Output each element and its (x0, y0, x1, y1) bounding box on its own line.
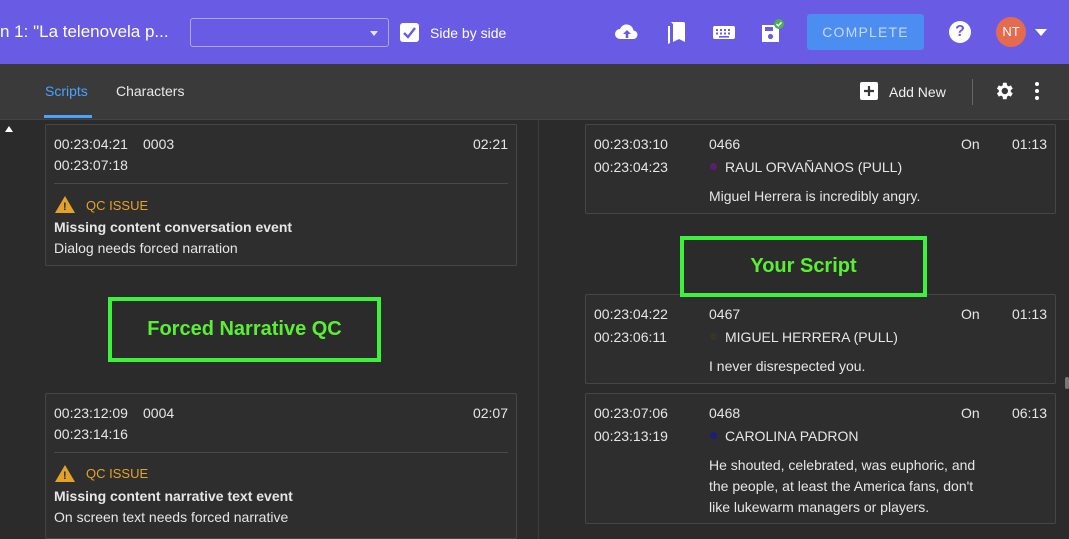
line-duration: 06:13 (1011, 405, 1047, 421)
event-duration: 02:21 (472, 136, 508, 152)
line-duration: 01:13 (1011, 306, 1047, 322)
tab-scripts[interactable]: Scripts (45, 83, 88, 99)
save-synced-icon[interactable] (757, 18, 785, 46)
app-header: n 1: "La telenovela p... Side by side CO… (0, 0, 1069, 64)
annotation-forced-narrative-qc: Forced Narrative QC (108, 297, 381, 362)
side-by-side-label[interactable]: Side by side (430, 25, 506, 41)
check-icon (403, 27, 416, 39)
event-id: 0003 (143, 136, 175, 152)
script-line-card[interactable]: 00:23:04:22 00:23:06:11 0467 On 01:13 MI… (585, 294, 1056, 384)
dialogue-line: like lukewarm managers or players. (709, 499, 930, 515)
line-start-time: 00:23:04:22 (594, 306, 668, 322)
character-color-dot (710, 333, 717, 340)
qc-event-card[interactable]: 00:23:04:21 0003 02:21 00:23:07:18 ! QC … (45, 124, 517, 266)
dialogue-line: I never disrespected you. (709, 358, 866, 374)
annotation-your-script: Your Script (680, 236, 927, 297)
side-by-side-checkbox[interactable] (400, 23, 419, 42)
line-duration: 01:13 (1011, 136, 1047, 152)
event-start-time: 00:23:12:09 (54, 405, 128, 421)
episode-title[interactable]: n 1: "La telenovela p... (0, 22, 169, 42)
column-divider (538, 120, 539, 539)
cloud-upload-icon[interactable] (613, 18, 641, 46)
line-start-time: 00:23:07:06 (594, 405, 668, 421)
line-end-time: 00:23:13:19 (594, 428, 668, 444)
issue-detail: On screen text needs forced narrative (54, 509, 289, 525)
dialogue-line: He shouted, celebrated, was euphoric, an… (709, 457, 976, 473)
script-line-card[interactable]: 00:23:03:10 00:23:04:23 0466 On 01:13 RA… (585, 124, 1056, 214)
dialogue-line: the people, at least the America fans, d… (709, 478, 974, 494)
character-name: CAROLINA PADRON (725, 428, 859, 444)
add-new-button[interactable]: Add New (889, 84, 946, 100)
issue-detail: Dialog needs forced narration (54, 240, 238, 256)
line-start-time: 00:23:03:10 (594, 136, 668, 152)
character-name: MIGUEL HERRERA (PULL) (725, 329, 898, 345)
issue-title: Missing content narrative text event (54, 488, 293, 504)
line-id: 0467 (709, 306, 741, 322)
chevron-down-icon (370, 31, 378, 36)
issue-title: Missing content conversation event (54, 219, 293, 235)
script-line-card[interactable]: 00:23:07:06 00:23:13:19 0468 On 06:13 CA… (585, 393, 1056, 524)
qc-event-card[interactable]: 00:23:12:09 0004 02:07 00:23:14:16 ! QC … (45, 393, 517, 539)
avatar[interactable]: NT (996, 17, 1026, 47)
line-id: 0468 (709, 405, 741, 421)
add-icon[interactable] (860, 82, 878, 100)
more-options-icon[interactable] (1034, 81, 1040, 101)
line-id: 0466 (709, 136, 741, 152)
scrollbar-thumb[interactable] (1065, 377, 1069, 389)
qc-issue-label: QC ISSUE (86, 466, 149, 481)
event-duration: 02:07 (472, 405, 508, 421)
card-divider (54, 452, 508, 453)
toolbar-divider (972, 79, 973, 105)
complete-button[interactable]: COMPLETE (807, 14, 924, 50)
character-name: RAUL ORVAÑANOS (PULL) (725, 159, 903, 175)
help-icon[interactable]: ? (949, 21, 971, 43)
scroll-up-icon[interactable] (5, 126, 13, 132)
caret-down-icon[interactable] (1035, 29, 1047, 36)
event-id: 0004 (143, 405, 175, 421)
line-end-time: 00:23:06:11 (594, 329, 667, 345)
gear-icon[interactable] (993, 80, 1015, 102)
line-status: On (961, 405, 980, 421)
card-divider (54, 183, 508, 184)
active-tab-indicator (44, 115, 92, 118)
event-end-time: 00:23:07:18 (54, 157, 128, 173)
event-start-time: 00:23:04:21 (54, 136, 128, 152)
line-end-time: 00:23:04:23 (594, 159, 668, 175)
warning-mark: ! (63, 470, 67, 482)
character-color-dot (710, 163, 717, 170)
event-end-time: 00:23:14:16 (54, 426, 128, 442)
line-status: On (961, 136, 980, 152)
bookmarks-icon[interactable] (662, 18, 690, 46)
character-color-dot (710, 432, 717, 439)
keyboard-icon[interactable] (710, 18, 738, 46)
warning-mark: ! (63, 201, 67, 213)
tab-characters[interactable]: Characters (116, 83, 184, 99)
line-status: On (961, 306, 980, 322)
qc-issue-label: QC ISSUE (86, 198, 149, 213)
script-select[interactable] (190, 18, 389, 47)
dialogue-line: Miguel Herrera is incredibly angry. (709, 188, 921, 204)
